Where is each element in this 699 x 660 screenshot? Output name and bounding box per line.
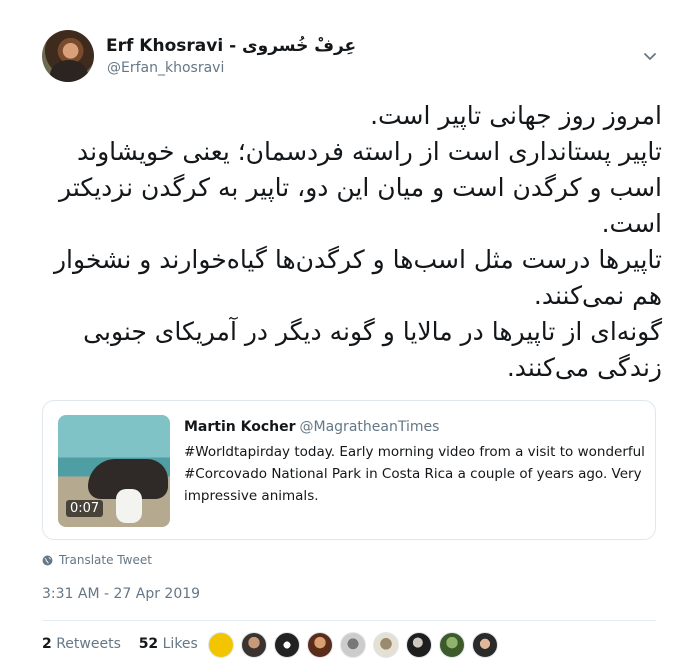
likes-stat[interactable]: 52 Likes xyxy=(139,636,198,652)
quoted-tweet-card[interactable]: 0:07 Martin Kocher @MagratheanTimes #Worl… xyxy=(42,400,656,540)
tweet-stats: 2 Retweets 52 Likes xyxy=(42,636,198,652)
likes-label: Likes xyxy=(162,636,198,652)
translate-label: Translate Tweet xyxy=(59,553,152,567)
quoted-tweet-text: #Worldtapirday today. Early morning vide… xyxy=(184,444,645,504)
tweet-header: Erf Khosravi - عِرفْ خُسروی @Erfan_khosr… xyxy=(42,30,662,86)
liker-avatar[interactable] xyxy=(373,632,399,658)
tweet-text: امروز روز جهانی تاپیر است. تاپیر پستاندا… xyxy=(53,101,662,382)
tweet-timestamp[interactable]: 3:31 AM - 27 Apr 2019 xyxy=(42,586,200,602)
author-name[interactable]: Erf Khosravi - عِرفْ خُسروی xyxy=(106,36,356,56)
video-duration: 0:07 xyxy=(66,500,104,517)
liker-avatar[interactable] xyxy=(340,632,366,658)
translate-tweet-link[interactable]: Translate Tweet xyxy=(42,553,152,567)
liker-avatars xyxy=(208,632,505,658)
retweets-stat[interactable]: 2 Retweets xyxy=(42,636,121,652)
liker-avatar[interactable] xyxy=(439,632,465,658)
retweets-count: 2 xyxy=(42,636,52,652)
likes-count: 52 xyxy=(138,636,159,652)
quoted-author: Martin Kocher @MagratheanTimes xyxy=(184,419,439,435)
author-handle[interactable]: @Erfan_khosravi xyxy=(107,60,224,76)
liker-avatar[interactable] xyxy=(208,632,234,658)
chevron-down-icon[interactable] xyxy=(642,48,658,64)
video-thumbnail[interactable]: 0:07 xyxy=(58,415,170,527)
quoted-author-name: Martin Kocher xyxy=(184,419,296,435)
divider xyxy=(42,620,656,621)
globe-icon xyxy=(42,555,53,565)
avatar[interactable] xyxy=(42,30,94,82)
liker-avatar[interactable] xyxy=(241,632,267,658)
liker-avatar[interactable] xyxy=(307,632,333,658)
tapir-image-detail xyxy=(116,489,142,523)
liker-avatar[interactable] xyxy=(274,632,300,658)
retweets-label: Retweets xyxy=(56,636,121,652)
liker-avatar[interactable] xyxy=(406,632,432,658)
quoted-author-handle: @MagratheanTimes xyxy=(299,419,440,435)
liker-avatar[interactable] xyxy=(472,632,498,658)
